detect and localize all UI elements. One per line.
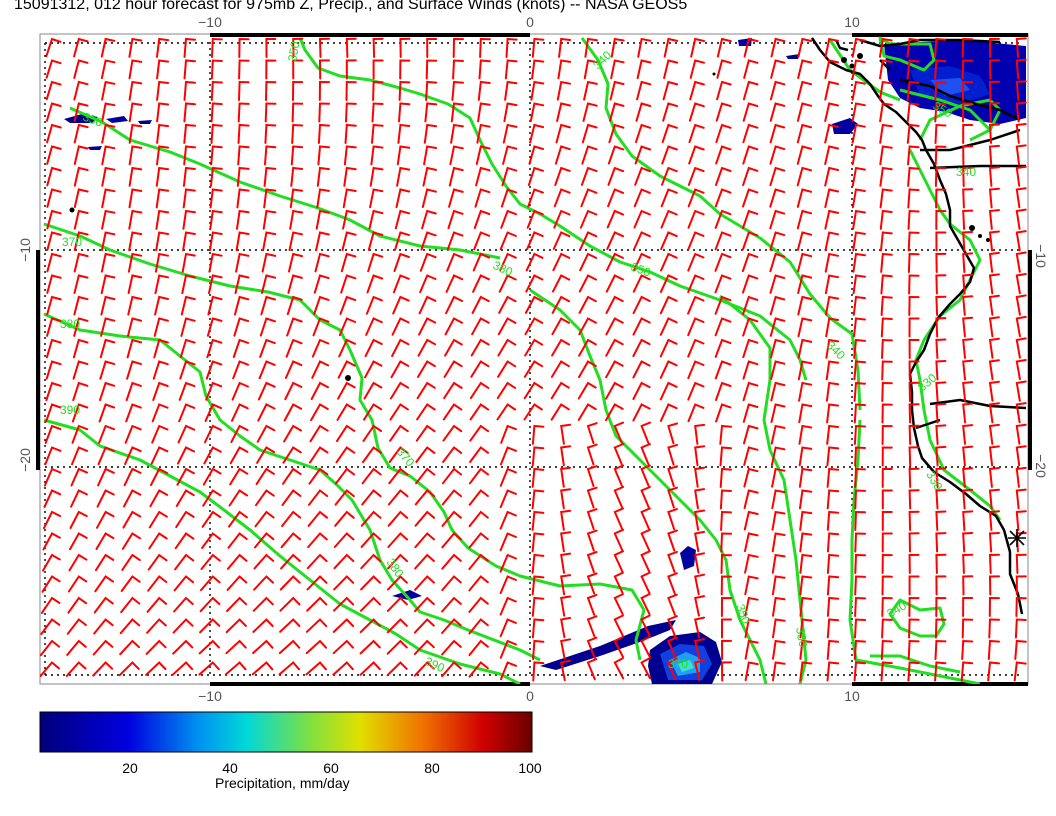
colorbar-tick: 100 [518, 760, 542, 776]
contour-label: 370 [668, 657, 688, 671]
left-tick-label: −20 [17, 448, 33, 472]
top-tick-label: −10 [198, 14, 222, 30]
page-title: 15091312, 012 hour forecast for 975mb Z,… [14, 0, 688, 13]
left-tick-label: −10 [17, 238, 33, 262]
forecast-map: 350 340 350 370 380 350 340 380 390 370 … [17, 14, 1049, 753]
precip-colorbar [39, 711, 533, 753]
top-tick-label: 10 [844, 14, 860, 30]
contour-label: 370 [62, 235, 82, 249]
contour-label: 340 [956, 165, 976, 179]
colorbar-tick: 60 [323, 760, 339, 776]
bottom-tick-label: −10 [198, 688, 222, 704]
colorbar-label: Precipitation, mm/day [215, 775, 350, 791]
contour-label: 380 [60, 317, 80, 331]
right-tick-label: −10 [1033, 244, 1049, 268]
colorbar-tick: 80 [424, 760, 440, 776]
bottom-tick-label: 0 [526, 688, 534, 704]
colorbar-tick: 20 [122, 760, 138, 776]
station-marker [1008, 529, 1026, 547]
top-tick-label: 0 [526, 14, 534, 30]
right-tick-label: −20 [1033, 454, 1049, 478]
contour-label: 390 [60, 403, 80, 417]
colorbar-tick: 40 [222, 760, 238, 776]
bottom-tick-label: 10 [844, 688, 860, 704]
